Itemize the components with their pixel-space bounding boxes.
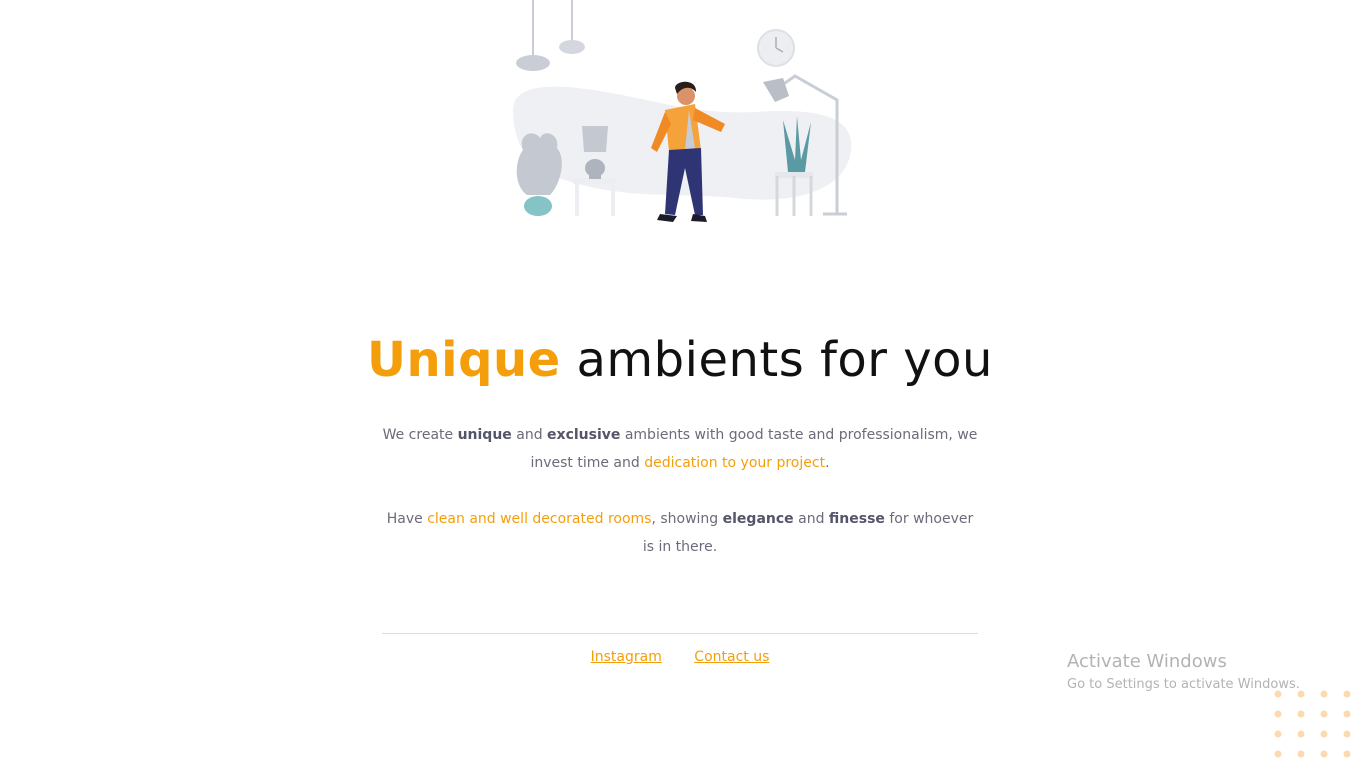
instagram-link[interactable]: Instagram <box>591 649 662 665</box>
p1-text-1: We create <box>382 427 458 443</box>
decor-dot <box>1343 730 1351 738</box>
title-rest: ambients for you <box>560 332 993 388</box>
decor-dot <box>1274 750 1282 758</box>
details-paragraph: Have clean and well decorated rooms, sho… <box>380 505 980 561</box>
decor-dot <box>1274 730 1282 738</box>
decor-dot <box>1297 690 1305 698</box>
decor-dot <box>1320 710 1328 718</box>
p1-bold-exclusive: exclusive <box>547 427 621 443</box>
p2-text-3: and <box>793 511 829 527</box>
decor-dot <box>1274 710 1282 718</box>
title-accent: Unique <box>367 332 561 388</box>
p1-text-4: . <box>825 455 830 471</box>
intro-paragraph: We create unique and exclusive ambients … <box>380 421 980 477</box>
p1-bold-unique: unique <box>457 427 512 443</box>
decor-dot <box>1320 730 1328 738</box>
contact-us-link[interactable]: Contact us <box>694 649 769 665</box>
decor-dot <box>1274 690 1282 698</box>
watermark-subtitle: Go to Settings to activate Windows. <box>1067 677 1300 692</box>
decor-dot <box>1343 710 1351 718</box>
p2-bold-elegance: elegance <box>722 511 794 527</box>
decor-dot <box>1343 750 1351 758</box>
living-room-illustration <box>513 0 852 222</box>
footer-divider <box>382 633 978 634</box>
p2-bold-finesse: finesse <box>828 511 885 527</box>
p2-highlight: clean and well decorated rooms <box>427 511 652 527</box>
decor-dot <box>1297 730 1305 738</box>
page-title: Unique ambients for you <box>0 328 1360 392</box>
p1-highlight: dedication to your project <box>644 455 826 471</box>
p2-text-2: , showing <box>651 511 723 527</box>
decor-dot <box>1297 750 1305 758</box>
decor-dot <box>1297 710 1305 718</box>
p2-text-1: Have <box>386 511 428 527</box>
activate-windows-watermark: Activate Windows Go to Settings to activ… <box>1067 650 1300 696</box>
dot-grid-icon <box>1274 690 1351 758</box>
watermark-title: Activate Windows <box>1067 651 1227 672</box>
decor-dot <box>1320 690 1328 698</box>
decor-dot <box>1320 750 1328 758</box>
p1-text-2: and <box>511 427 548 443</box>
landing-page: Unique ambients for you We create unique… <box>0 0 1360 768</box>
decor-dot <box>1343 690 1351 698</box>
